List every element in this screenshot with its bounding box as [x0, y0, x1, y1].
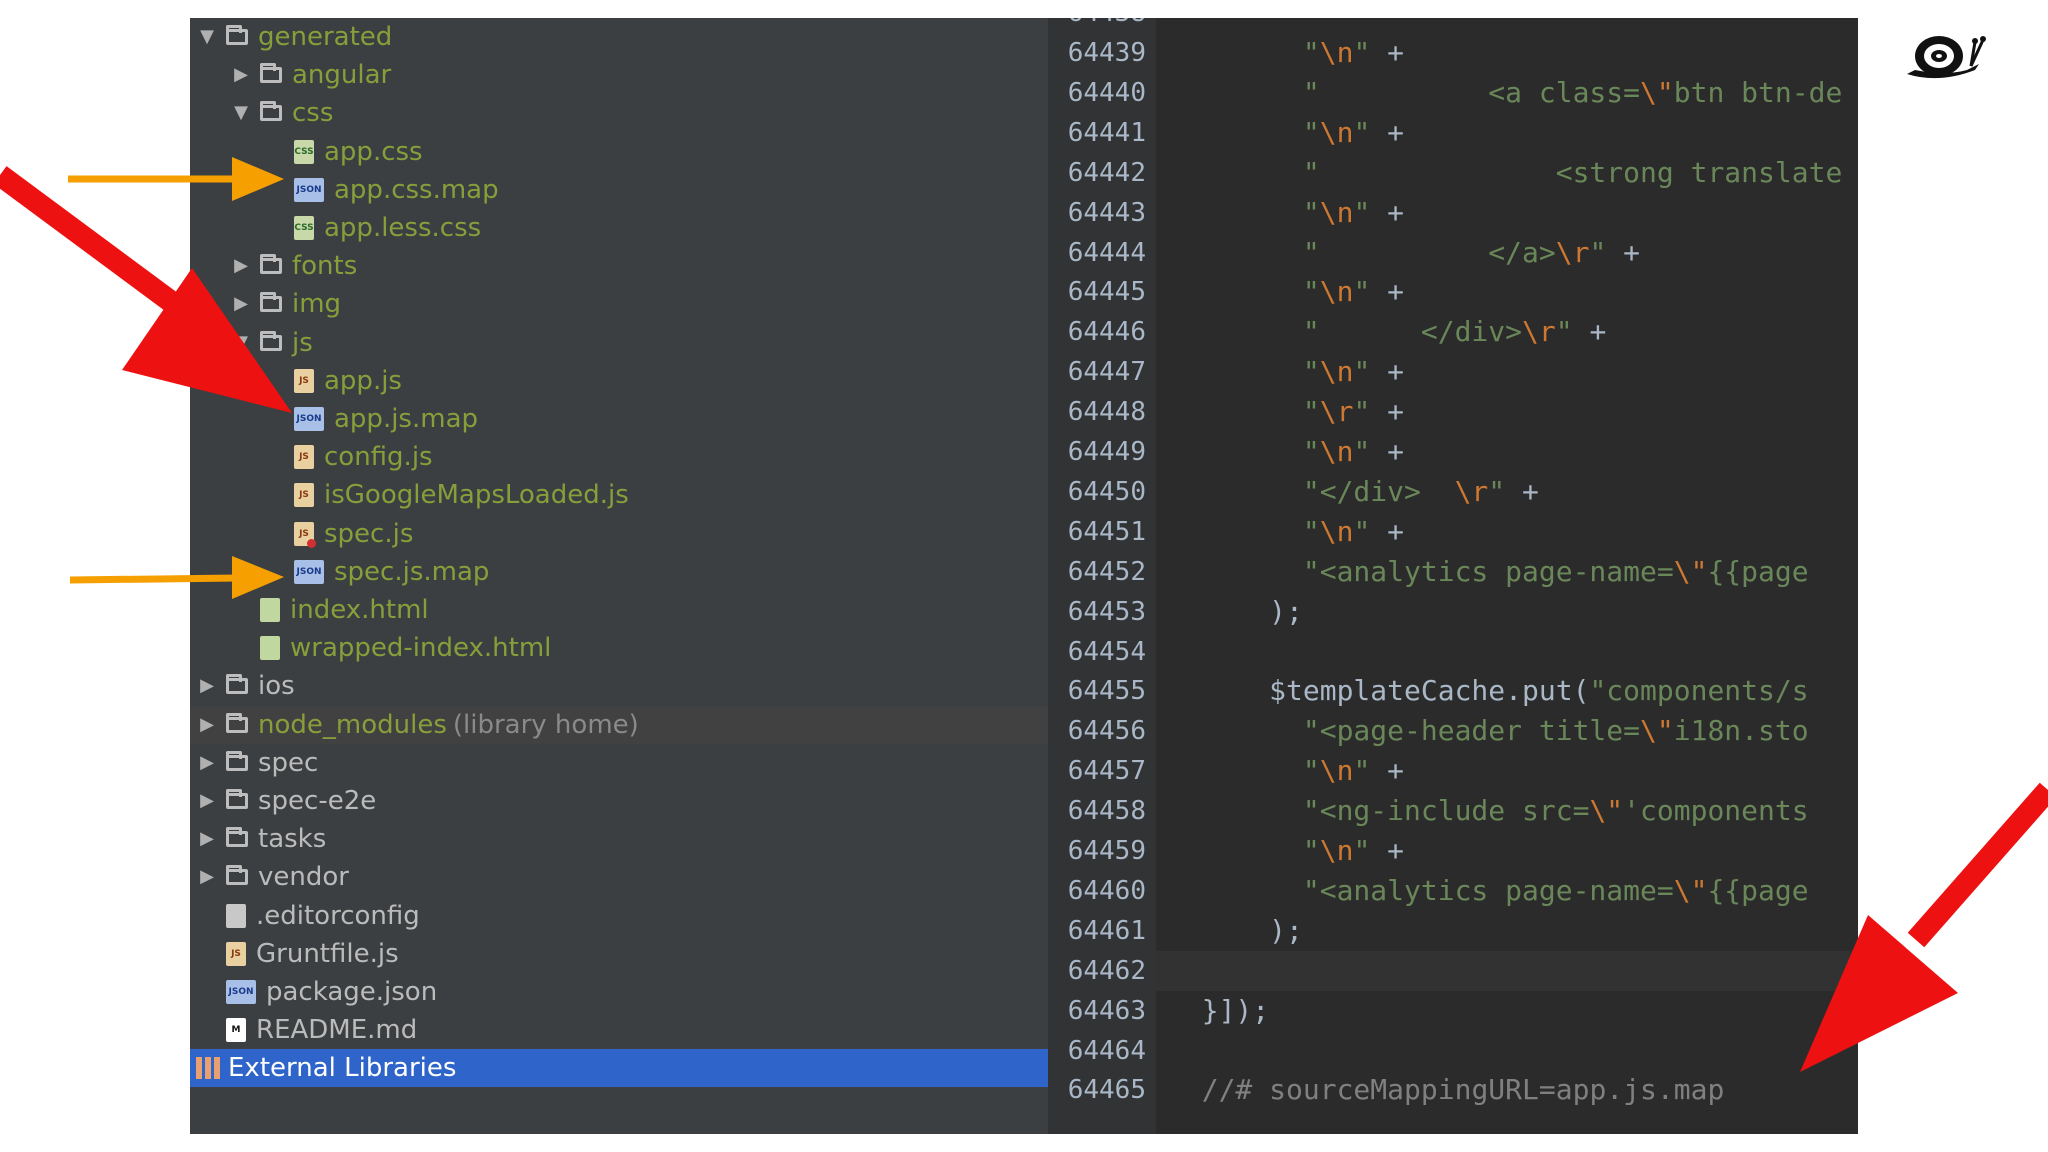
red-arrow-source-mapping-url [1800, 782, 2048, 1072]
orange-arrow-spec-js-map [69, 556, 284, 599]
snail-icon [1907, 36, 1986, 79]
orange-arrow-app-css-map [68, 157, 284, 201]
red-arrow-app-js-map [0, 166, 292, 413]
annotation-overlay [0, 157, 2048, 1072]
